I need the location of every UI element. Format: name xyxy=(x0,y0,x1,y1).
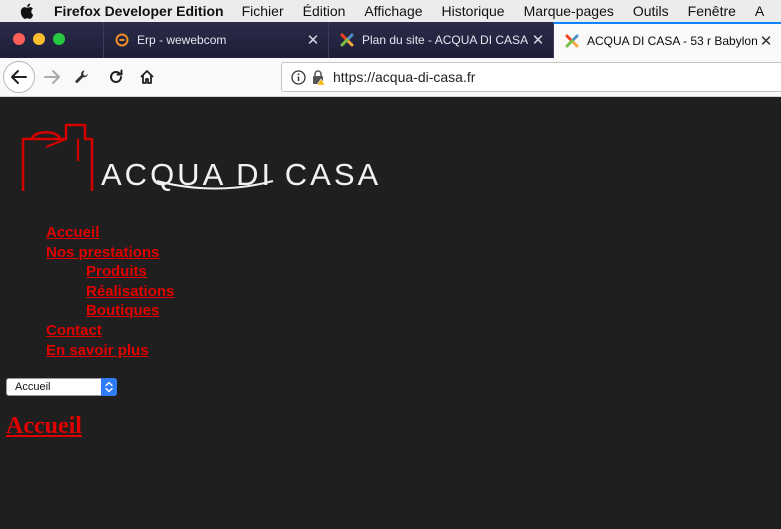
menu-affichage[interactable]: Affichage xyxy=(364,3,422,19)
tab-title: ACQUA DI CASA - 53 r Babylone xyxy=(587,34,757,48)
submenu: Produits Réalisations Boutiques xyxy=(46,262,174,321)
navigation-select[interactable]: Accueil xyxy=(6,378,117,396)
tab-acqua-di-casa-active[interactable]: ACQUA DI CASA - 53 r Babylone ✕ xyxy=(553,22,781,58)
page-content: ACQUA DI CASA Accueil Nos prestations Pr… xyxy=(0,97,781,529)
forward-button[interactable] xyxy=(38,63,66,91)
menu-edition[interactable]: Édition xyxy=(303,3,346,19)
menu-outils[interactable]: Outils xyxy=(633,3,669,19)
apple-icon[interactable] xyxy=(20,3,34,19)
submenu-item: Réalisations xyxy=(86,282,174,302)
home-icon xyxy=(140,70,154,84)
joomla-icon xyxy=(339,32,355,48)
menu-fichier[interactable]: Fichier xyxy=(242,3,284,19)
lock-warning-icon[interactable] xyxy=(312,69,326,85)
menu-fenetre[interactable]: Fenêtre xyxy=(688,3,736,19)
tab-bar: Erp - wewebcom ✕ Plan du site - ACQUA DI… xyxy=(0,22,781,58)
page-heading-link[interactable]: Accueil xyxy=(6,413,82,440)
tab-title: Erp - wewebcom xyxy=(137,33,227,47)
menu-marque-pages[interactable]: Marque-pages xyxy=(524,3,614,19)
info-icon[interactable] xyxy=(291,69,306,85)
menu-link-produits[interactable]: Produits xyxy=(86,262,174,282)
joomla-icon xyxy=(564,33,580,49)
reload-icon xyxy=(110,69,123,83)
menu-link-nos-prestations[interactable]: Nos prestations xyxy=(46,243,174,263)
tab-erp-wewebcom[interactable]: Erp - wewebcom ✕ xyxy=(103,22,328,58)
wrench-icon xyxy=(75,70,88,83)
menu-item: Accueil xyxy=(46,223,174,243)
macos-menu-bar: Firefox Developer Edition Fichier Éditio… xyxy=(0,0,781,22)
arrow-left-icon xyxy=(11,70,27,84)
close-icon[interactable]: ✕ xyxy=(304,31,322,49)
reload-button[interactable] xyxy=(102,63,130,91)
menu-link-contact[interactable]: Contact xyxy=(46,321,174,341)
window-close-button[interactable] xyxy=(13,33,25,45)
menu-link-accueil[interactable]: Accueil xyxy=(46,223,174,243)
menu-link-boutiques[interactable]: Boutiques xyxy=(86,301,174,321)
window-zoom-button[interactable] xyxy=(53,33,65,45)
close-icon[interactable]: ✕ xyxy=(757,32,775,50)
developer-tools-button[interactable] xyxy=(68,63,96,91)
wewebcom-icon xyxy=(114,32,130,48)
address-bar[interactable]: https://acqua-di-casa.fr xyxy=(281,62,781,92)
tab-plan-du-site[interactable]: Plan du site - ACQUA DI CASA ✕ xyxy=(328,22,553,58)
select-value: Accueil xyxy=(15,381,51,393)
site-main-menu: Accueil Nos prestations Produits Réalisa… xyxy=(46,223,174,360)
menu-link-realisations[interactable]: Réalisations xyxy=(86,282,174,302)
back-button[interactable] xyxy=(3,61,35,93)
tab-title: Plan du site - ACQUA DI CASA xyxy=(362,33,529,47)
arrow-right-icon xyxy=(44,70,60,84)
select-arrows-icon[interactable] xyxy=(101,378,117,396)
menu-aide[interactable]: A xyxy=(755,3,764,19)
app-name[interactable]: Firefox Developer Edition xyxy=(54,3,224,19)
logo-text: ACQUA DI CASA xyxy=(101,157,382,192)
url-text: https://acqua-di-casa.fr xyxy=(333,69,476,85)
menu-link-en-savoir-plus[interactable]: En savoir plus xyxy=(46,341,174,361)
menu-item: En savoir plus xyxy=(46,341,174,361)
home-button[interactable] xyxy=(133,63,161,91)
menu-item: Contact xyxy=(46,321,174,341)
menu-item: Nos prestations Produits Réalisations Bo… xyxy=(46,243,174,321)
close-icon[interactable]: ✕ xyxy=(529,31,547,49)
submenu-item: Boutiques xyxy=(86,301,174,321)
submenu-item: Produits xyxy=(86,262,174,282)
basin-logo-icon xyxy=(21,123,94,191)
window-minimize-button[interactable] xyxy=(33,33,45,45)
navigation-toolbar: https://acqua-di-casa.fr xyxy=(0,58,781,97)
menu-historique[interactable]: Historique xyxy=(442,3,505,19)
